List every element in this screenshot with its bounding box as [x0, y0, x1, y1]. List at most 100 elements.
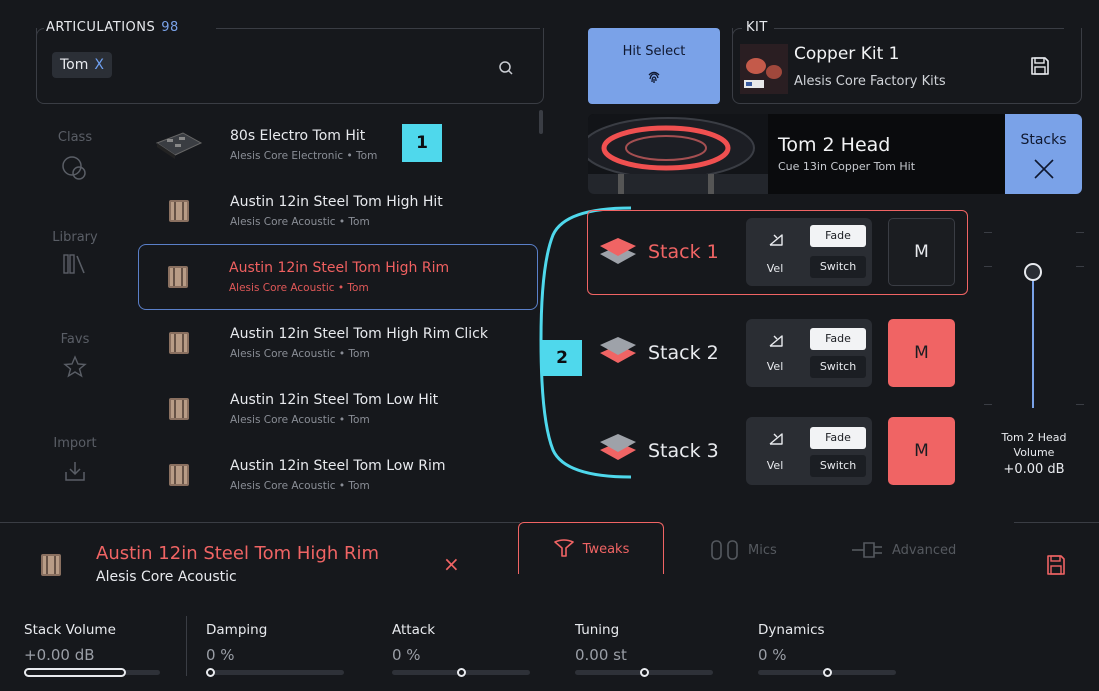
mute-button[interactable]: M: [888, 417, 955, 485]
param-value: 0 %: [206, 646, 235, 664]
list-item-title: Austin 12in Steel Tom High Hit: [230, 194, 443, 210]
volume-label: Tom 2 Head Volume +0.00 dB: [986, 430, 1082, 477]
list-item[interactable]: Austin 12in Steel Tom High Rim Click Ale…: [138, 310, 538, 376]
tuning-slider[interactable]: [575, 668, 713, 677]
stacks-button[interactable]: Stacks: [1005, 114, 1082, 194]
param-label: Stack Volume: [24, 622, 116, 638]
tom-drum-thumbnail: [150, 323, 208, 363]
search-box[interactable]: [36, 28, 544, 104]
fade-button[interactable]: Fade: [810, 328, 866, 350]
stack-volume-slider[interactable]: [24, 668, 160, 677]
slider-knob[interactable]: [206, 668, 215, 677]
list-item[interactable]: Austin 12in Steel Tom Low Hit Alesis Cor…: [138, 376, 538, 442]
sidebar-item-label: Favs: [60, 332, 90, 347]
param-divider: [186, 616, 187, 676]
param-value: +0.00 dB: [24, 646, 95, 664]
dynamics-slider[interactable]: [758, 668, 896, 677]
stack-name: Stack 2: [648, 342, 719, 364]
param-stack-volume: Stack Volume +0.00 dB: [24, 622, 164, 677]
electro-kit-thumbnail: [150, 125, 208, 165]
selected-title: Austin 12in Steel Tom High Rim: [96, 543, 380, 564]
hit-select-label: Hit Select: [622, 44, 686, 59]
slider-knob[interactable]: [456, 668, 466, 677]
filter-chip[interactable]: Tom X: [52, 52, 112, 78]
sidebar-item-favs[interactable]: Favs: [50, 332, 100, 379]
tab-label: Tweaks: [582, 541, 630, 557]
stack-layers-icon: [598, 335, 638, 367]
param-value: 0.00 st: [575, 646, 627, 664]
tab-mics[interactable]: Mics: [710, 536, 777, 564]
list-item[interactable]: 80s Electro Tom Hit Alesis Core Electron…: [138, 112, 538, 178]
stack-name: Stack 1: [648, 241, 719, 263]
param-attack: Attack 0 %: [392, 622, 532, 677]
param-value: 0 %: [392, 646, 421, 664]
attack-slider[interactable]: [392, 668, 530, 677]
param-label: Attack: [392, 622, 436, 638]
kit-save-icon[interactable]: [1030, 56, 1050, 76]
mute-button[interactable]: M: [888, 319, 955, 387]
pad-title: Tom 2 Head: [778, 134, 891, 156]
tab-label: Advanced: [892, 542, 957, 558]
param-label: Damping: [206, 622, 268, 638]
list-item[interactable]: Austin 12in Steel Tom High Hit Alesis Co…: [138, 178, 538, 244]
volume-label-line2: Volume: [1013, 446, 1055, 459]
vel-label: Vel: [766, 360, 784, 373]
kit-thumbnail: [740, 44, 788, 94]
param-label: Dynamics: [758, 622, 825, 638]
star-icon: [50, 355, 100, 379]
tab-advanced[interactable]: Advanced: [850, 536, 956, 564]
volume-label-line1: Tom 2 Head: [1001, 431, 1067, 444]
volume-fader-track: [1032, 276, 1034, 408]
filter-chip-close[interactable]: X: [94, 57, 104, 73]
list-item-selected[interactable]: Austin 12in Steel Tom High Rim Alesis Co…: [138, 244, 538, 310]
save-icon[interactable]: [1046, 554, 1066, 576]
sidebar-item-label: Class: [57, 130, 93, 145]
fade-button[interactable]: Fade: [810, 225, 866, 247]
volume-scale: [984, 232, 1084, 412]
list-item-subtitle: Alesis Core Acoustic • Tom: [230, 216, 370, 228]
tab-label: Mics: [748, 542, 777, 558]
param-dynamics: Dynamics 0 %: [758, 622, 898, 677]
sidebar-item-class[interactable]: Class: [50, 130, 100, 181]
tab-tweaks[interactable]: Tweaks: [518, 522, 664, 574]
list-item[interactable]: Austin 12in Steel Tom Low Rim Alesis Cor…: [138, 442, 538, 508]
list-item-title: Austin 12in Steel Tom Low Hit: [230, 392, 439, 408]
tweaks-icon: [553, 539, 575, 559]
damping-slider[interactable]: [206, 668, 344, 677]
param-tuning: Tuning 0.00 st: [575, 622, 715, 677]
tom-drum-thumbnail: [150, 191, 208, 231]
sidebar-item-import[interactable]: Import: [48, 436, 102, 483]
advanced-icon: [850, 539, 884, 561]
selected-close-button[interactable]: ×: [443, 552, 460, 576]
stack-name: Stack 3: [648, 440, 719, 462]
fingerprint-icon: [646, 69, 662, 85]
tom-drum-thumbnail: [149, 257, 207, 297]
search-icon[interactable]: [498, 60, 514, 76]
hit-select-button[interactable]: Hit Select: [588, 28, 720, 104]
selected-thumbnail: [40, 552, 62, 578]
slider-knob[interactable]: [822, 668, 832, 677]
articulation-list: 80s Electro Tom Hit Alesis Core Electron…: [138, 112, 538, 508]
fade-button[interactable]: Fade: [810, 427, 866, 449]
mute-button[interactable]: M: [888, 218, 955, 286]
kit-library: Alesis Core Factory Kits: [794, 74, 946, 89]
velocity-icon[interactable]: [768, 231, 784, 247]
switch-button[interactable]: Switch: [810, 356, 866, 378]
velocity-icon[interactable]: [768, 430, 784, 446]
stack-layers-icon: [598, 236, 638, 268]
list-scrollbar[interactable]: [539, 110, 543, 134]
sidebar-item-label: Import: [53, 436, 97, 451]
tom-drum-image: [588, 114, 768, 194]
velocity-icon[interactable]: [768, 332, 784, 348]
stacks-label: Stacks: [1020, 132, 1067, 148]
param-value: 0 %: [758, 646, 787, 664]
sidebar-item-library[interactable]: Library: [44, 230, 106, 275]
filter-chip-label: Tom: [60, 57, 89, 73]
switch-button[interactable]: Switch: [810, 455, 866, 477]
close-icon: [1033, 158, 1055, 180]
switch-button[interactable]: Switch: [810, 256, 866, 278]
list-item-title: Austin 12in Steel Tom Low Rim: [230, 458, 446, 474]
vel-label: Vel: [766, 262, 784, 275]
slider-knob[interactable]: [639, 668, 649, 677]
volume-fader-knob[interactable]: [1024, 263, 1042, 281]
